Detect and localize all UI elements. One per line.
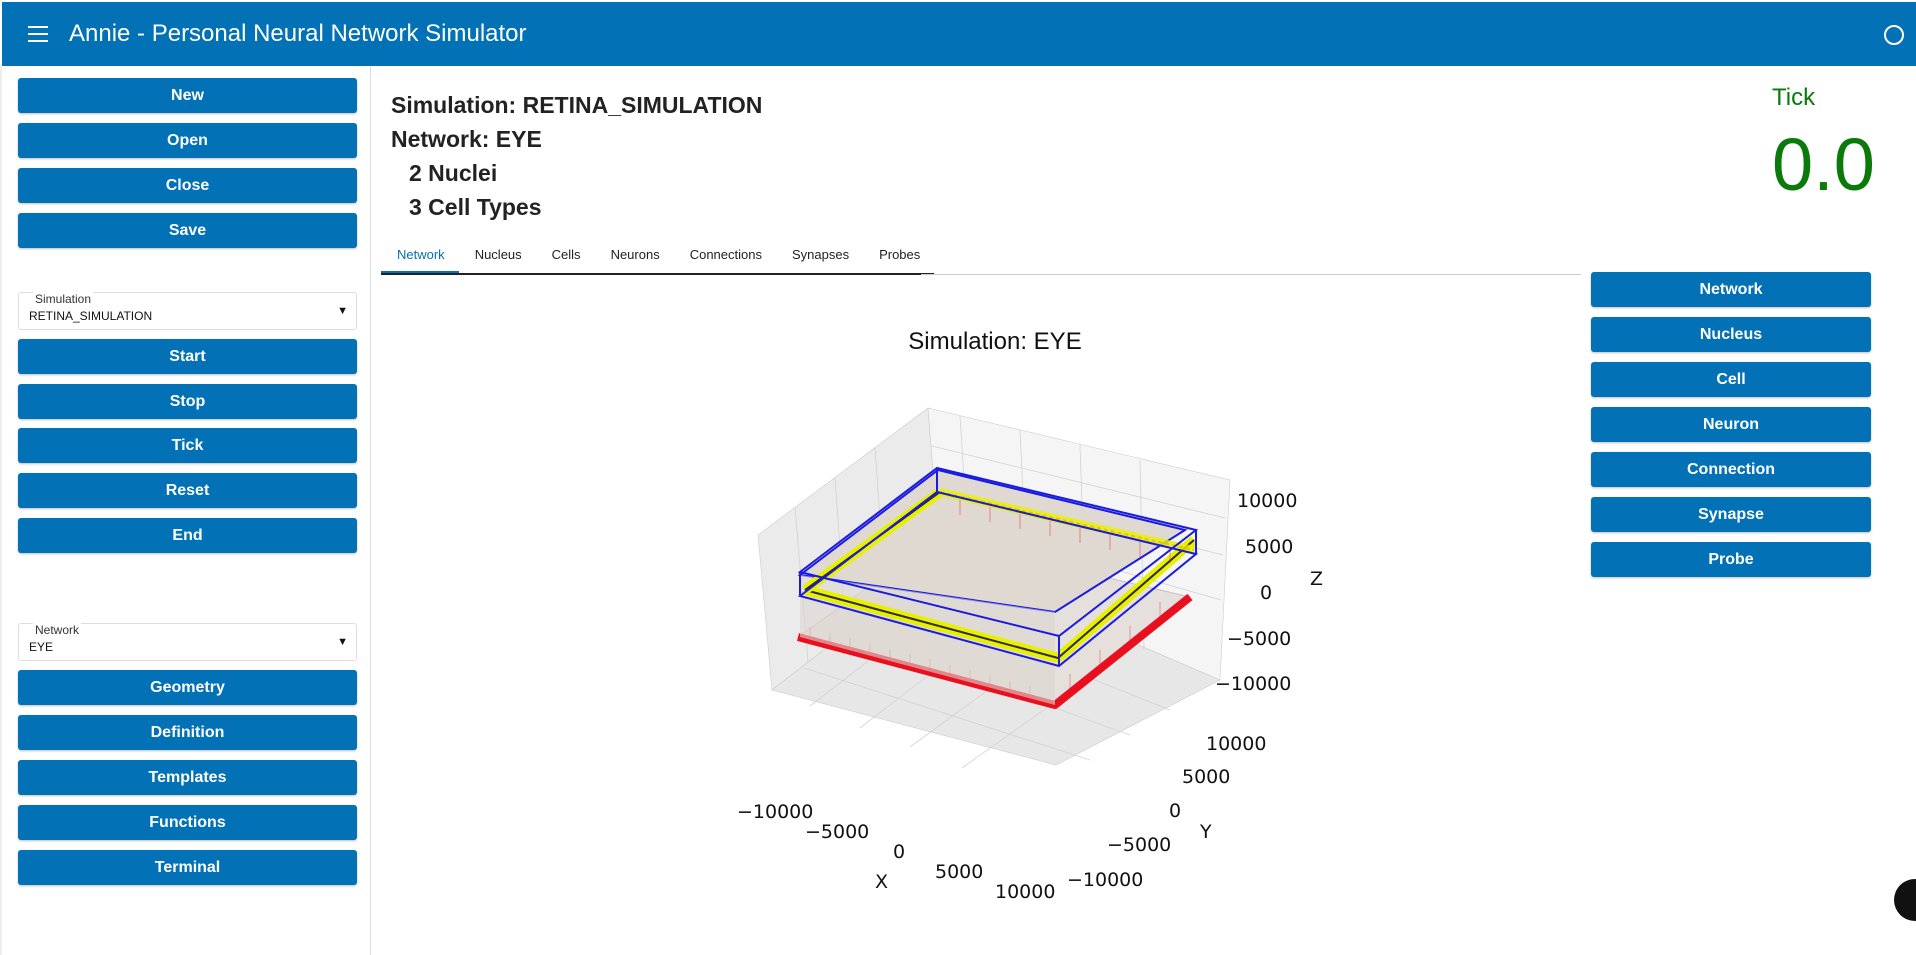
app-title: Annie - Personal Neural Network Simulato…: [69, 20, 527, 47]
x-tick: 5000: [935, 861, 983, 883]
z-tick: 10000: [1237, 490, 1297, 512]
definition-button[interactable]: Definition: [18, 715, 357, 750]
simulation-select[interactable]: Simulation RETINA_SIMULATION ▼: [18, 292, 357, 330]
save-button[interactable]: Save: [18, 213, 357, 248]
tab-network[interactable]: Network: [381, 240, 459, 273]
menu-icon[interactable]: [28, 26, 48, 42]
end-button[interactable]: End: [18, 518, 357, 553]
tab-bar: Network Nucleus Cells Neurons Connection…: [381, 240, 935, 275]
right-cell-button[interactable]: Cell: [1591, 362, 1871, 397]
tick-value: 0.0: [1772, 123, 1875, 206]
z-tick: −10000: [1215, 673, 1291, 695]
network-select[interactable]: Network EYE ▼: [18, 623, 357, 661]
floating-action-button[interactable]: [1894, 879, 1916, 921]
right-neuron-button[interactable]: Neuron: [1591, 407, 1871, 442]
tabs-divider: [921, 274, 1581, 275]
tab-nucleus[interactable]: Nucleus: [459, 240, 536, 273]
tab-connections[interactable]: Connections: [674, 240, 776, 273]
network-3d-plot[interactable]: 10000 5000 0 −5000 −10000 Z 10000 5000 0…: [700, 390, 1340, 910]
dropdown-arrow-icon: ▼: [337, 636, 348, 648]
z-tick: 0: [1260, 582, 1272, 604]
reset-button[interactable]: Reset: [18, 473, 357, 508]
y-tick: 10000: [1206, 733, 1266, 755]
stop-button[interactable]: Stop: [18, 384, 357, 419]
new-button[interactable]: New: [18, 78, 357, 113]
close-button[interactable]: Close: [18, 168, 357, 203]
geometry-button[interactable]: Geometry: [18, 670, 357, 705]
sidebar: New Open Close Save Simulation RETINA_SI…: [0, 66, 371, 955]
tab-probes[interactable]: Probes: [863, 240, 934, 273]
y-tick: 5000: [1182, 766, 1230, 788]
x-tick: 0: [893, 841, 905, 863]
plot-title: Simulation: EYE: [908, 328, 1082, 355]
x-tick: −5000: [805, 821, 869, 843]
simulation-name: Simulation: RETINA_SIMULATION: [391, 92, 763, 118]
y-axis-label: Y: [1199, 821, 1212, 843]
templates-button[interactable]: Templates: [18, 760, 357, 795]
tab-synapses[interactable]: Synapses: [776, 240, 863, 273]
network-info: Simulation: RETINA_SIMULATION Network: E…: [391, 88, 762, 224]
tick-label: Tick: [1772, 84, 1816, 111]
status-circle-icon[interactable]: [1884, 25, 1904, 45]
network-select-value: EYE: [29, 640, 54, 654]
cell-types-count: 3 Cell Types: [409, 194, 542, 220]
right-synapse-button[interactable]: Synapse: [1591, 497, 1871, 532]
nuclei-count: 2 Nuclei: [409, 160, 498, 186]
network-select-label: Network: [33, 623, 82, 637]
tick-button[interactable]: Tick: [18, 428, 357, 463]
functions-button[interactable]: Functions: [18, 805, 357, 840]
z-tick: 5000: [1245, 536, 1293, 558]
x-tick: −10000: [737, 801, 813, 823]
right-network-button[interactable]: Network: [1591, 272, 1871, 307]
x-axis-label: X: [875, 871, 888, 893]
open-button[interactable]: Open: [18, 123, 357, 158]
x-tick: 10000: [995, 881, 1055, 903]
network-name: Network: EYE: [391, 126, 542, 152]
tab-neurons[interactable]: Neurons: [595, 240, 674, 273]
simulation-select-label: Simulation: [33, 292, 94, 306]
dropdown-arrow-icon: ▼: [337, 305, 348, 317]
right-probe-button[interactable]: Probe: [1591, 542, 1871, 577]
y-tick: −10000: [1067, 869, 1143, 891]
z-tick: −5000: [1227, 628, 1291, 650]
tab-cells[interactable]: Cells: [536, 240, 595, 273]
right-connection-button[interactable]: Connection: [1591, 452, 1871, 487]
z-axis-label: Z: [1310, 568, 1323, 590]
y-tick: 0: [1169, 800, 1181, 822]
app-bar: Annie - Personal Neural Network Simulato…: [0, 0, 1916, 66]
y-tick: −5000: [1107, 834, 1171, 856]
simulation-select-value: RETINA_SIMULATION: [29, 309, 153, 323]
terminal-button[interactable]: Terminal: [18, 850, 357, 885]
